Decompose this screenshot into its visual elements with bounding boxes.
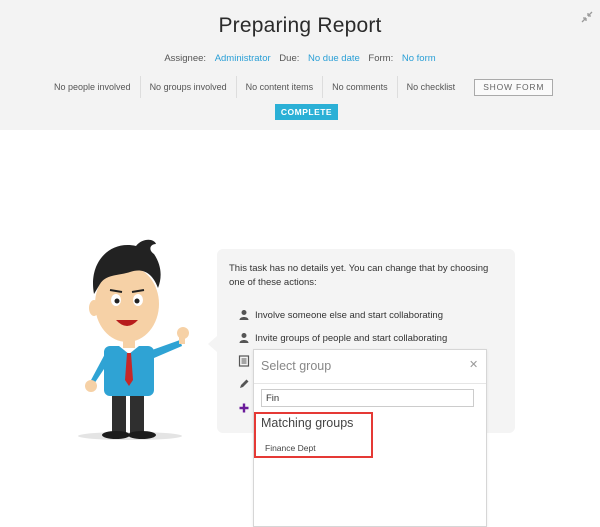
stat-comments: No comments — [323, 76, 398, 98]
popup-title: Select group — [261, 359, 332, 373]
mascot-illustration — [78, 239, 189, 440]
invite-groups-action[interactable]: Invite groups of people and start collab… — [238, 331, 447, 345]
show-form-button[interactable]: SHOW FORM — [474, 78, 554, 96]
stat-groups: No groups involved — [141, 76, 237, 98]
document-icon — [238, 355, 250, 367]
invite-groups-label: Invite groups of people and start collab… — [255, 332, 448, 344]
form-label: Form: — [368, 53, 394, 64]
panel-pointer — [208, 336, 217, 352]
complete-button[interactable]: COMPLETE — [275, 104, 338, 120]
pencil-icon — [240, 379, 249, 388]
involve-people-action[interactable]: Involve someone else and start collabora… — [238, 308, 443, 322]
group-search-input[interactable] — [261, 389, 474, 407]
person-icon — [239, 333, 249, 343]
due-date-link[interactable]: No due date — [308, 53, 360, 64]
collapse-arrows-icon[interactable] — [580, 10, 594, 24]
details-intro: This task has no details yet. You can ch… — [229, 263, 489, 288]
popup-divider — [254, 383, 486, 384]
task-header: Preparing Report Assignee: Administrator… — [0, 0, 600, 130]
due-label: Due: — [279, 53, 300, 64]
group-option-finance-dept[interactable]: Finance Dept — [265, 443, 316, 453]
task-meta: Assignee: Administrator Due: No due date… — [0, 53, 600, 64]
person-icon — [239, 310, 249, 320]
involve-people-label: Involve someone else and start collabora… — [255, 309, 444, 321]
close-icon[interactable]: ✕ — [469, 358, 478, 371]
form-link[interactable]: No form — [402, 53, 436, 64]
task-title: Preparing Report — [218, 14, 382, 37]
plus-icon — [239, 403, 249, 413]
select-group-popup: Select group ✕ Matching groups Finance D… — [253, 349, 487, 527]
assignee-label: Assignee: — [164, 53, 207, 64]
matching-groups-heading: Matching groups — [261, 416, 354, 430]
assignee-link[interactable]: Administrator — [215, 53, 271, 64]
stat-people: No people involved — [45, 76, 141, 98]
stat-checklist: No checklist — [406, 82, 456, 92]
stat-content: No content items — [237, 76, 324, 98]
task-stats: No people involved No groups involved No… — [45, 76, 554, 98]
